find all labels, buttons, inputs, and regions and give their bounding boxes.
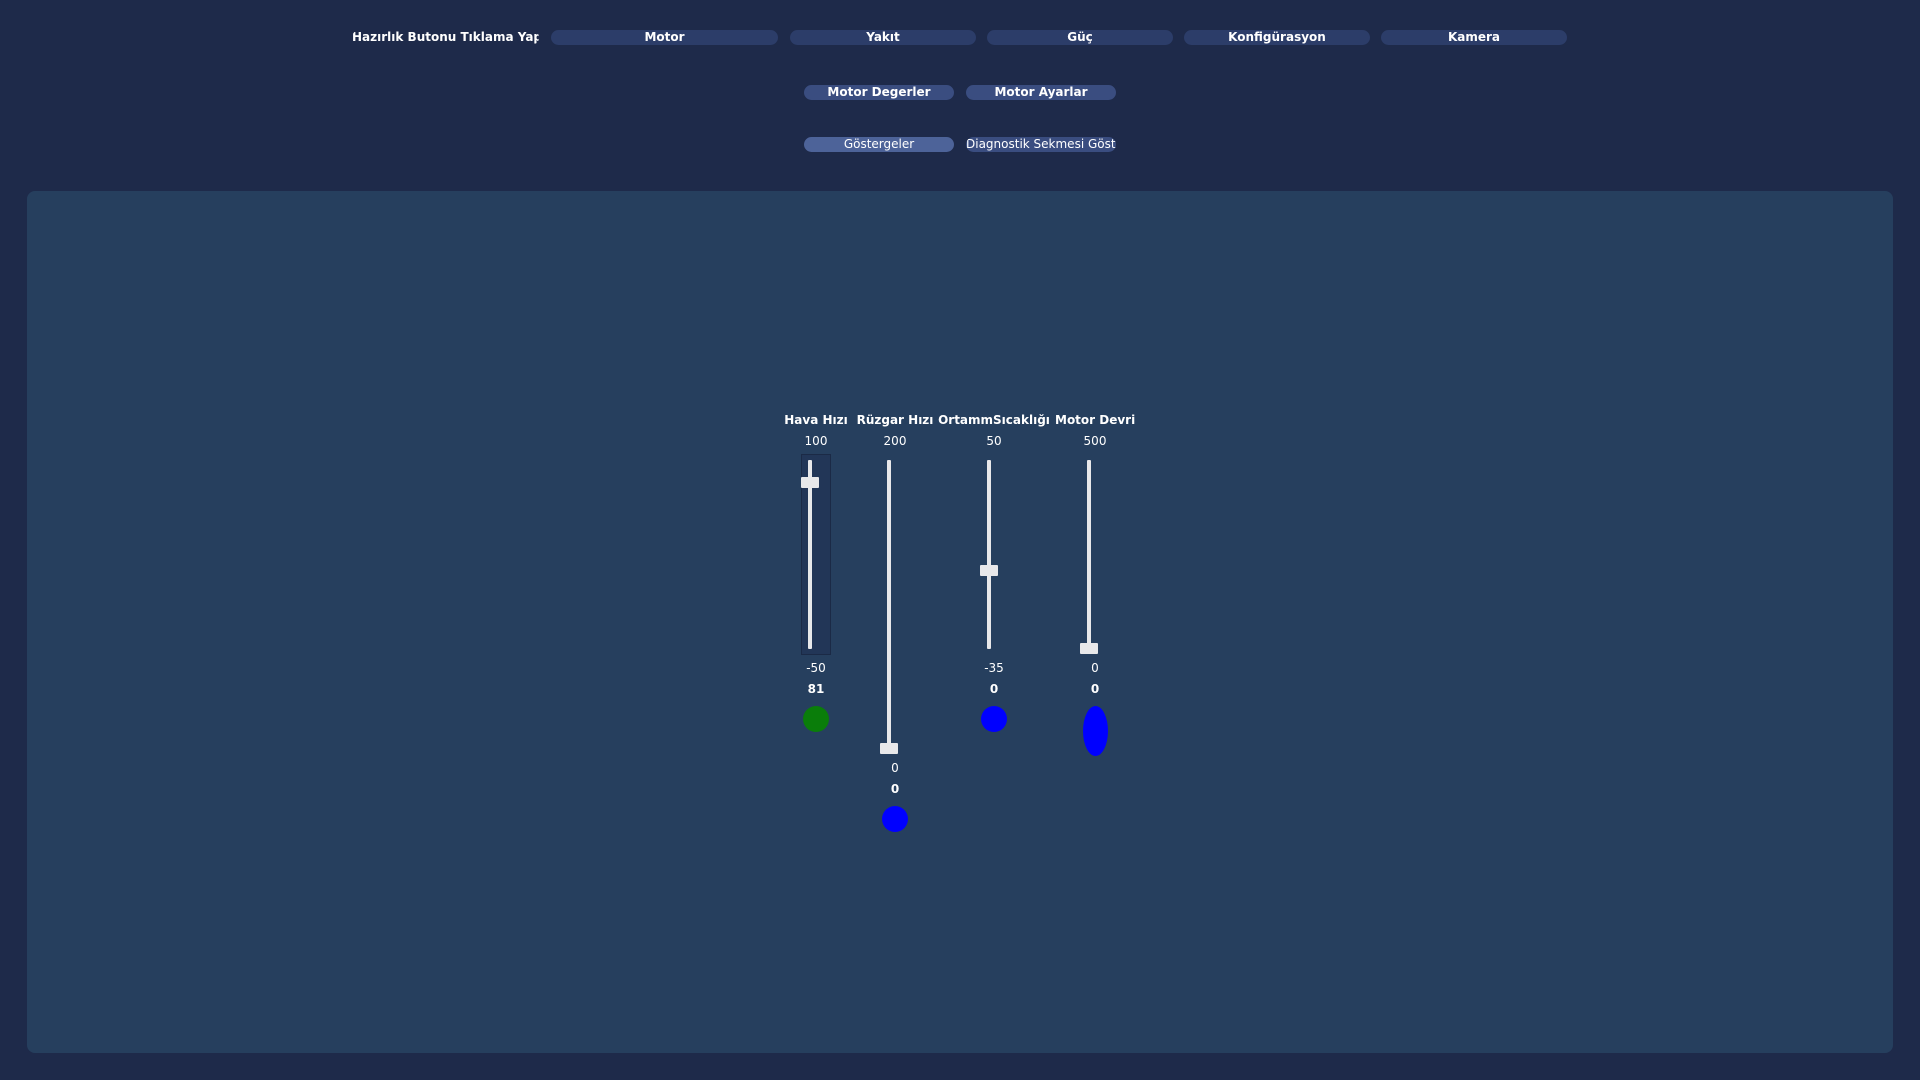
slider-min-label: 0: [1091, 661, 1099, 675]
slider-min-label: -50: [806, 661, 826, 675]
tab-guc[interactable]: Güç: [987, 30, 1173, 45]
slider-thumb[interactable]: [880, 743, 898, 754]
slider-max-label: 200: [883, 434, 907, 448]
slider-max-label: 100: [804, 434, 828, 448]
tab-yakit[interactable]: Yakıt: [790, 30, 976, 45]
tab-motor[interactable]: Motor: [551, 30, 778, 45]
tab-konfigurasyon[interactable]: Konfigürasyon: [1184, 30, 1370, 45]
prepare-button[interactable]: Hazırlık Butonu Tıklama Yapınız: [352, 30, 539, 45]
slider-thumb[interactable]: [980, 565, 998, 576]
slider-min-label: -35: [984, 661, 1004, 675]
slider-value: 81: [807, 682, 825, 696]
motor-degerler-button[interactable]: Motor Degerler: [804, 85, 954, 100]
slider-track[interactable]: [887, 460, 891, 749]
slider-title: Hava Hızı: [784, 413, 848, 427]
status-indicator: [981, 706, 1007, 732]
motor-ayarlar-button[interactable]: Motor Ayarlar: [966, 85, 1116, 100]
status-indicator: [882, 806, 908, 832]
slider-track[interactable]: [808, 460, 812, 649]
slider-title: OrtammSıcaklığı: [938, 413, 1050, 427]
slider-title: Motor Devri: [1055, 413, 1136, 427]
status-indicator: [803, 706, 829, 732]
gauges-panel: [27, 191, 1893, 1053]
slider-max-label: 500: [1083, 434, 1107, 448]
slider-min-label: 0: [891, 761, 899, 775]
slider-thumb[interactable]: [801, 477, 819, 488]
slider-title: Rüzgar Hızı: [856, 413, 934, 427]
status-indicator: [1083, 706, 1108, 756]
slider-thumb[interactable]: [1080, 643, 1098, 654]
tab-kamera[interactable]: Kamera: [1381, 30, 1567, 45]
slider-value: 0: [890, 782, 900, 796]
diagnostik-button[interactable]: Diagnostik Sekmesi Gösterin: [966, 137, 1116, 152]
slider-value: 0: [989, 682, 999, 696]
slider-max-label: 50: [986, 434, 1002, 448]
slider-track[interactable]: [1087, 460, 1091, 649]
gostergeler-button[interactable]: Göstergeler: [804, 137, 954, 152]
slider-track[interactable]: [987, 460, 991, 649]
slider-value: 0: [1090, 682, 1100, 696]
